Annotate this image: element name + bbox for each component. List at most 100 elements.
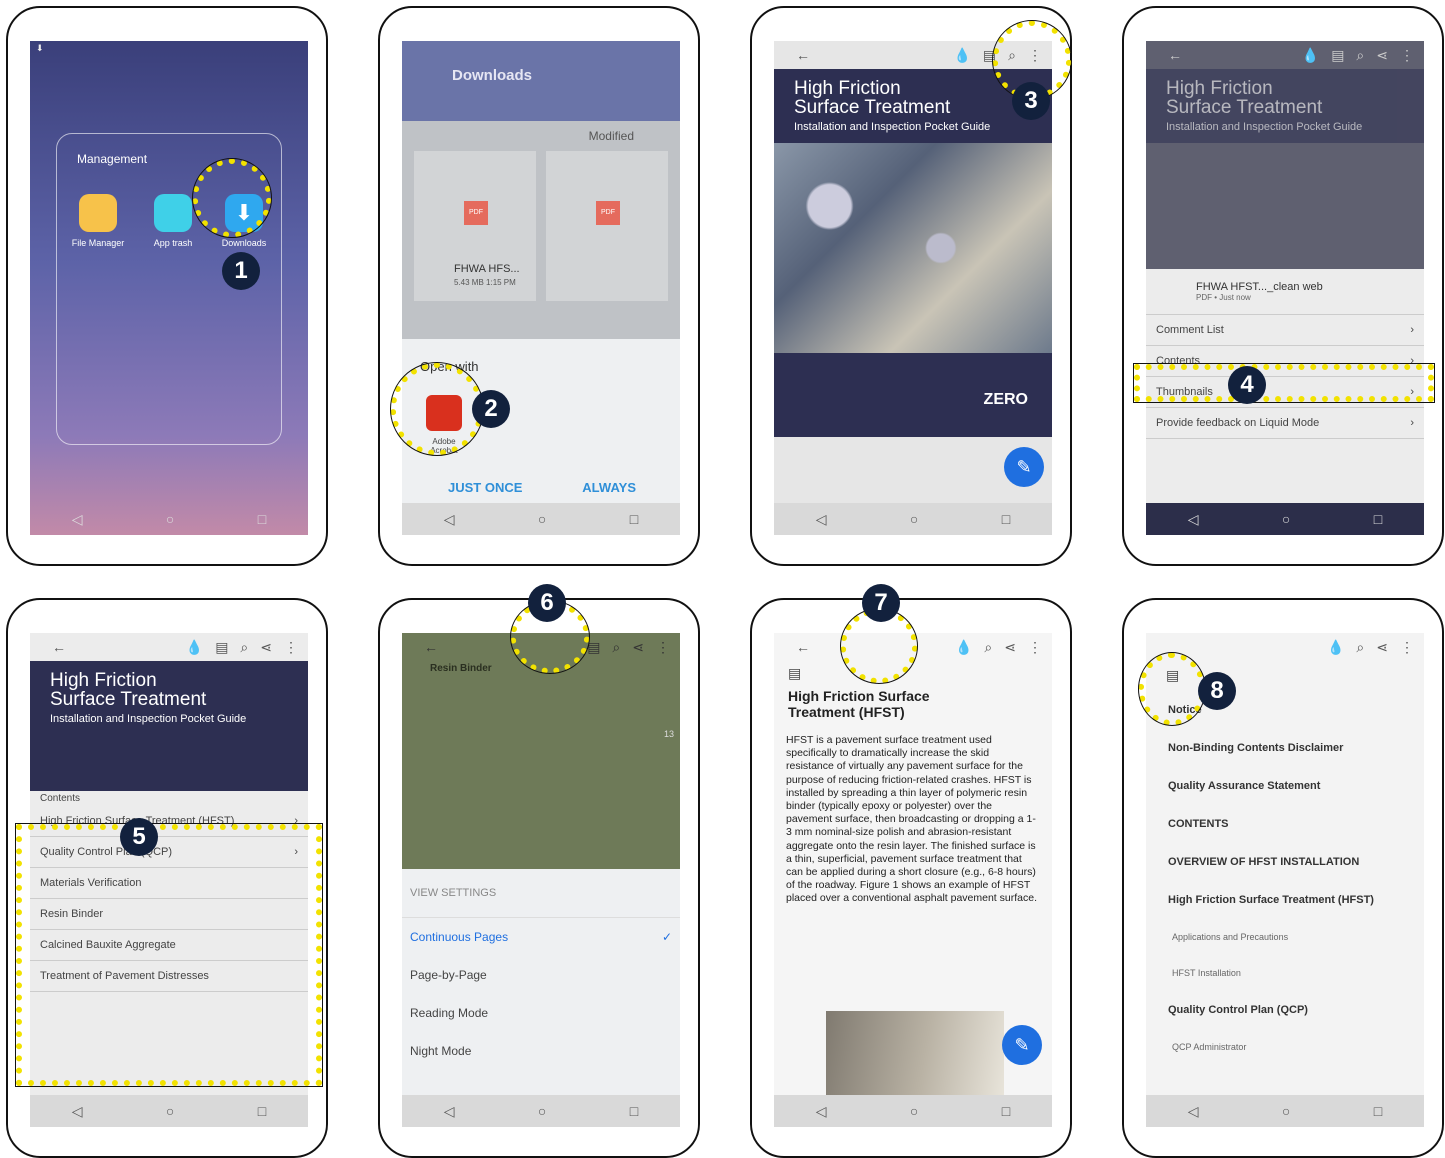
chevron-right-icon: › [1410,324,1414,336]
home-icon[interactable]: ○ [910,1103,918,1119]
share-icon[interactable]: ⋖ [260,639,272,655]
recents-icon[interactable]: □ [1374,1103,1382,1119]
article-body: HFST is a pavement surface treatment use… [786,734,1037,905]
liquid-mode-icon[interactable]: 💧 [955,639,972,655]
back-icon[interactable]: ← [796,47,810,63]
recents-icon[interactable]: □ [258,511,266,527]
cover-image [774,143,1052,353]
more-icon[interactable]: ⋮ [1400,47,1414,63]
outline-item[interactable]: CONTENTS [1168,818,1424,830]
outline-subitem[interactable]: QCP Administrator [1172,1042,1424,1052]
search-icon[interactable]: ⌕ [984,639,992,655]
night-mode-option[interactable]: Night Mode [402,1032,680,1070]
menu-label: Provide feedback on Liquid Mode [1156,417,1320,429]
app-trash-app[interactable]: App trash [154,194,192,248]
outline-item[interactable]: High Friction Surface Treatment (HFST) [1168,894,1424,906]
outline-item[interactable]: OVERVIEW OF HFST INSTALLATION [1168,856,1424,868]
edit-button[interactable]: ✎ [1004,447,1044,487]
search-icon[interactable]: ⌕ [1356,47,1364,63]
outline-list: Notice Non-Binding Contents Disclaimer Q… [1146,704,1424,1052]
menu-feedback[interactable]: Provide feedback on Liquid Mode › [1146,408,1424,439]
home-icon[interactable]: ○ [166,511,174,527]
figure-image [826,1011,1004,1095]
pdf-cover: High Friction Surface Treatment Installati… [30,661,308,791]
recents-icon[interactable]: □ [1374,511,1382,527]
back-icon[interactable]: ← [424,639,438,655]
back-icon[interactable]: ← [796,639,810,655]
trash-icon [154,194,192,232]
recents-icon[interactable]: □ [630,1103,638,1119]
nav-bar: ◁ ○ □ [402,503,680,535]
cover-title: Surface Treatment [794,97,951,118]
back-icon[interactable]: ◁ [816,1103,827,1120]
home-icon[interactable]: ○ [1282,1103,1290,1119]
app-title: Downloads [452,67,533,84]
outline-icon[interactable]: ▤ [774,661,1052,686]
edit-button[interactable]: ✎ [1002,1025,1042,1065]
file-manager-app[interactable]: File Manager [72,194,124,248]
step-badge: 1 [222,252,260,290]
share-icon[interactable]: ⋖ [1376,47,1388,63]
search-icon[interactable]: ⌕ [612,639,620,655]
outline-item[interactable]: Quality Assurance Statement [1168,780,1424,792]
more-icon[interactable]: ⋮ [1028,639,1042,655]
file-card[interactable]: PDF [546,151,668,301]
page-by-page-option[interactable]: Page-by-Page [402,956,680,994]
liquid-mode-icon[interactable]: 💧 [953,47,970,63]
search-icon[interactable]: ⌕ [240,639,248,655]
home-icon[interactable]: ○ [166,1103,174,1119]
chevron-right-icon: › [1410,417,1414,429]
file-meta: 5.43 MB 1:15 PM [454,278,516,287]
share-icon[interactable]: ⋖ [1376,639,1388,655]
back-icon[interactable]: ◁ [72,1103,83,1120]
share-icon[interactable]: ⋖ [632,639,644,655]
back-icon[interactable]: ◁ [816,511,827,528]
view-settings-icon[interactable]: ▤ [215,639,228,655]
continuous-pages-option[interactable]: Continuous Pages ✓ [402,918,680,956]
outline-item[interactable]: Quality Control Plan (QCP) [1168,1004,1424,1016]
home-icon[interactable]: ○ [538,511,546,527]
outline-item[interactable]: Non-Binding Contents Disclaimer [1168,742,1424,754]
liquid-mode-icon[interactable]: 💧 [186,639,203,655]
back-icon[interactable]: ◁ [444,1103,455,1120]
recents-icon[interactable]: □ [1002,511,1010,527]
more-icon[interactable]: ⋮ [284,639,298,655]
cover-title: High Friction [1166,78,1273,99]
file-name: FHWA HFS... [454,263,520,275]
sort-label[interactable]: Modified [402,121,680,151]
view-settings-icon[interactable]: ▤ [1331,47,1344,63]
cover-title: High Friction [794,78,901,99]
share-icon[interactable]: ⋖ [1004,639,1016,655]
back-icon[interactable]: ← [52,639,66,655]
step-2-panel: Downloads Modified PDF FHWA HFS... 5.43 MB… [378,6,700,566]
highlight-ring [1138,652,1206,726]
back-icon[interactable]: ◁ [444,511,455,528]
cover-title: Surface Treatment [1166,97,1323,118]
cover-title: Surface Treatment [50,689,207,710]
liquid-mode-icon[interactable]: 💧 [1302,47,1319,63]
more-icon[interactable]: ⋮ [1400,639,1414,655]
recents-icon[interactable]: □ [630,511,638,527]
back-icon[interactable]: ← [1168,47,1182,63]
recents-icon[interactable]: □ [258,1103,266,1119]
cover-subtitle: Installation and Inspection Pocket Guide [1166,121,1363,133]
outline-subitem[interactable]: HFST Installation [1172,968,1424,978]
home-icon[interactable]: ○ [538,1103,546,1119]
file-card[interactable]: PDF FHWA HFS... 5.43 MB 1:15 PM [414,151,536,301]
more-icon[interactable]: ⋮ [656,639,670,655]
back-icon[interactable]: ◁ [72,511,83,528]
search-icon[interactable]: ⌕ [1356,639,1364,655]
step-badge: 8 [1198,672,1236,710]
app-label: Downloads [221,238,267,248]
back-icon[interactable]: ◁ [1188,1103,1199,1120]
menu-comment-list[interactable]: Comment List › [1146,315,1424,346]
home-icon[interactable]: ○ [910,511,918,527]
liquid-mode-icon[interactable]: 💧 [1327,639,1344,655]
always-button[interactable]: ALWAYS [582,480,636,495]
outline-subitem[interactable]: Applications and Precautions [1172,932,1424,942]
just-once-button[interactable]: JUST ONCE [448,480,522,495]
recents-icon[interactable]: □ [1002,1103,1010,1119]
home-icon[interactable]: ○ [1282,511,1290,527]
back-icon[interactable]: ◁ [1188,511,1199,528]
reading-mode-option[interactable]: Reading Mode [402,994,680,1032]
